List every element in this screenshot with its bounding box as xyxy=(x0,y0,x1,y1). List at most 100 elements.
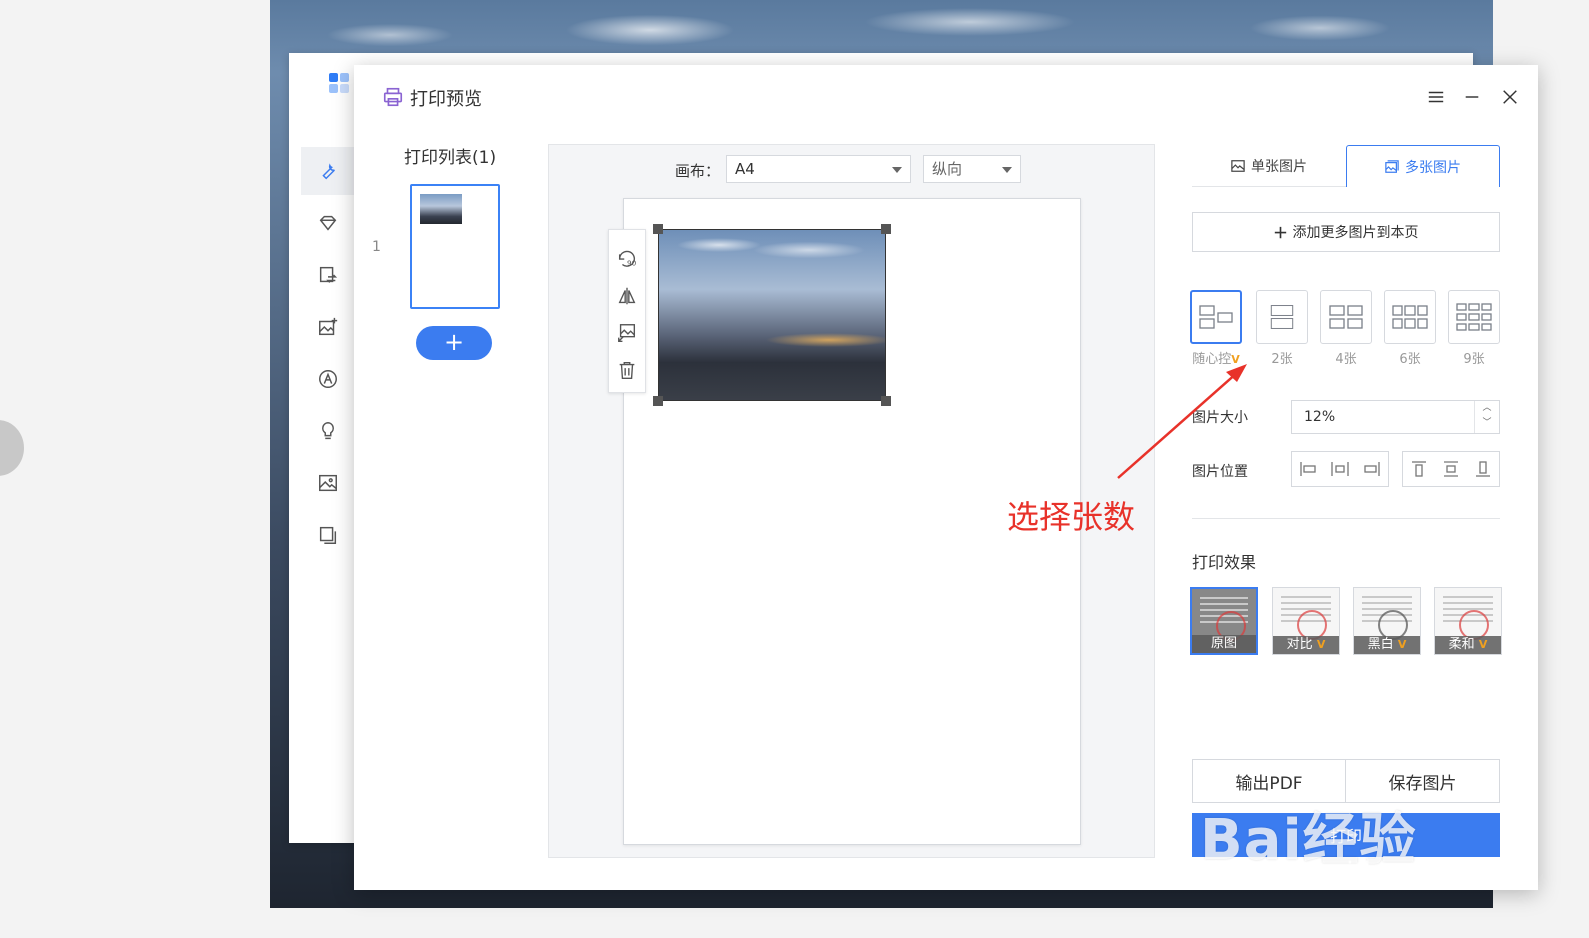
tab-multi-image[interactable]: 多张图片 xyxy=(1346,145,1500,187)
text-circle-icon[interactable] xyxy=(301,355,355,403)
layout-9[interactable] xyxy=(1448,290,1500,344)
orientation-select[interactable]: 纵向 xyxy=(923,155,1021,183)
effect-soft[interactable]: 柔和 V xyxy=(1434,587,1502,655)
orientation-value: 纵向 xyxy=(932,160,963,178)
align-right-icon[interactable] xyxy=(1361,458,1383,480)
layout-9-label: 9张 xyxy=(1463,352,1485,367)
images-icon xyxy=(1385,159,1399,173)
menu-button[interactable] xyxy=(1424,85,1448,109)
canvas-label: 画布： xyxy=(675,162,721,180)
layout-2-icon xyxy=(1270,305,1294,329)
effect-label: 黑白 V xyxy=(1354,636,1420,654)
layout-6-label: 6张 xyxy=(1399,352,1421,367)
layout-label-text: 随心控 xyxy=(1192,352,1232,367)
paper-size-value: A4 xyxy=(735,160,755,178)
chevron-down-icon xyxy=(1002,167,1012,173)
bulb-icon[interactable] xyxy=(301,407,355,455)
app-sidebar xyxy=(301,147,355,567)
effect-contrast[interactable]: 对比 V xyxy=(1272,587,1340,655)
placed-photo[interactable] xyxy=(653,224,891,406)
add-page-button[interactable]: + xyxy=(416,326,492,360)
add-more-images-button[interactable]: 添加更多图片到本页 xyxy=(1192,212,1500,252)
watermark-url: jingyan.baidu.com xyxy=(1205,857,1455,888)
resize-handle[interactable] xyxy=(881,396,891,406)
resize-handle[interactable] xyxy=(881,224,891,234)
copy-icon[interactable] xyxy=(301,511,355,559)
paper-size-select[interactable]: A4 xyxy=(726,155,911,183)
photo-toolbar: 90 xyxy=(608,229,646,393)
layout-4[interactable] xyxy=(1320,290,1372,344)
annotation-text: 选择张数 xyxy=(1007,498,1136,536)
plus-icon xyxy=(1274,226,1286,238)
vip-badge: V xyxy=(1397,638,1407,651)
svg-text:90: 90 xyxy=(627,258,637,267)
effect-label-text: 对比 xyxy=(1286,637,1313,652)
chevron-up-icon[interactable]: ︿ xyxy=(1475,401,1499,416)
close-button[interactable] xyxy=(1498,85,1522,109)
chevron-down-icon[interactable]: ﹀ xyxy=(1475,416,1499,431)
layout-4-label: 4张 xyxy=(1335,352,1357,367)
replace-image-icon[interactable] xyxy=(616,322,638,344)
minimize-button[interactable] xyxy=(1460,85,1484,109)
vip-badge: V xyxy=(1231,353,1240,366)
image-add-icon[interactable] xyxy=(301,303,355,351)
convert-icon[interactable] xyxy=(301,251,355,299)
effect-label-text: 柔和 xyxy=(1448,637,1475,652)
app-logo-icon xyxy=(329,73,351,95)
trash-icon[interactable] xyxy=(616,359,638,381)
wrench-icon[interactable] xyxy=(301,147,355,195)
thumbnail-image xyxy=(420,194,462,224)
horizontal-align-group xyxy=(1291,451,1389,487)
print-list-title: 打印列表(1) xyxy=(404,148,497,168)
layout-4-icon xyxy=(1329,305,1363,329)
chevron-down-icon xyxy=(892,167,902,173)
dialog-title: 打印预览 xyxy=(410,89,482,110)
page-thumbnail[interactable] xyxy=(410,184,500,309)
effect-label: 原图 xyxy=(1192,635,1256,653)
add-more-label: 添加更多图片到本页 xyxy=(1292,225,1419,241)
effect-label: 对比 V xyxy=(1273,636,1339,654)
diamond-icon[interactable] xyxy=(301,199,355,247)
align-middle-icon[interactable] xyxy=(1440,458,1462,480)
effect-label-text: 原图 xyxy=(1210,636,1237,651)
layout-9-icon xyxy=(1456,303,1492,331)
effect-label-text: 黑白 xyxy=(1367,637,1394,652)
image-size-label: 图片大小 xyxy=(1192,410,1248,426)
align-top-icon[interactable] xyxy=(1408,458,1430,480)
tab-single-image[interactable]: 单张图片 xyxy=(1192,145,1346,187)
minimize-icon xyxy=(1465,96,1479,98)
side-handle[interactable] xyxy=(0,420,24,476)
layout-free-label: 随心控V xyxy=(1186,348,1246,367)
rotate-90-icon[interactable]: 90 xyxy=(616,248,638,270)
resize-handle[interactable] xyxy=(653,224,663,234)
vip-badge: V xyxy=(1478,638,1488,651)
section-divider xyxy=(1192,518,1500,519)
image-size-input[interactable]: 12% ︿ ﹀ xyxy=(1291,400,1500,434)
close-icon xyxy=(1503,90,1517,104)
thumbnail-number: 1 xyxy=(372,239,381,255)
menu-icon xyxy=(1428,91,1444,103)
image-size-value: 12% xyxy=(1304,409,1336,425)
layout-free[interactable] xyxy=(1190,290,1242,344)
resize-handle[interactable] xyxy=(653,396,663,406)
layout-free-icon xyxy=(1199,305,1233,329)
vertical-align-group xyxy=(1402,451,1500,487)
image-position-label: 图片位置 xyxy=(1192,464,1248,480)
align-bottom-icon[interactable] xyxy=(1472,458,1494,480)
effect-original[interactable]: 原图 xyxy=(1190,587,1258,655)
effect-bw[interactable]: 黑白 V xyxy=(1353,587,1421,655)
image-icon xyxy=(1231,159,1245,172)
printer-icon xyxy=(383,87,403,107)
size-stepper[interactable]: ︿ ﹀ xyxy=(1474,401,1499,433)
layout-6-icon xyxy=(1392,305,1428,329)
align-center-h-icon[interactable] xyxy=(1329,458,1351,480)
picture-icon[interactable] xyxy=(301,459,355,507)
layout-2[interactable] xyxy=(1256,290,1308,344)
print-effect-title: 打印效果 xyxy=(1192,553,1257,572)
tab-single-label: 单张图片 xyxy=(1251,158,1307,175)
layout-6[interactable] xyxy=(1384,290,1436,344)
effect-label: 柔和 V xyxy=(1435,636,1501,654)
align-left-icon[interactable] xyxy=(1297,458,1319,480)
flip-icon[interactable] xyxy=(616,285,638,307)
vip-badge: V xyxy=(1316,638,1326,651)
